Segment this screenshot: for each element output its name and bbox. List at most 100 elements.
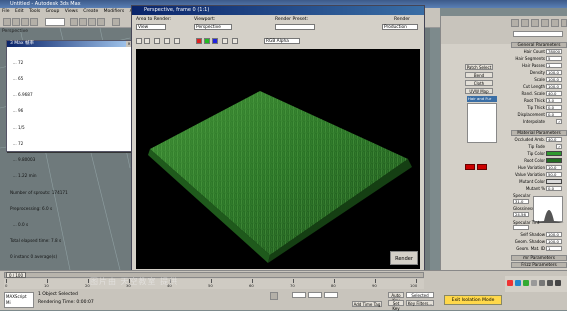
menu-edit[interactable]: Edit xyxy=(15,9,24,14)
param-input[interactable]: 100.0 xyxy=(546,239,562,244)
scale-icon[interactable] xyxy=(97,18,105,26)
object-name-field[interactable] xyxy=(513,31,563,37)
param-input[interactable]: 5 xyxy=(546,56,562,61)
param-input[interactable]: 78000 xyxy=(546,49,562,54)
frizz-parameters-header[interactable]: Frizz Parameters xyxy=(511,262,567,268)
red-swatch-icon[interactable] xyxy=(477,164,487,170)
tip-fade-checkbox[interactable]: ✓ xyxy=(556,144,562,149)
modify-tab-icon[interactable] xyxy=(521,19,529,27)
key-filters-button[interactable]: Key Filters... xyxy=(406,300,434,306)
render-preset-dropdown[interactable] xyxy=(275,24,315,30)
hierarchy-tab-icon[interactable] xyxy=(531,19,539,27)
set-key-button[interactable]: Set Key xyxy=(388,300,404,311)
green-channel-icon[interactable] xyxy=(204,38,210,44)
param-input[interactable]: 100.0 xyxy=(546,77,562,82)
add-time-tag-button[interactable]: Add Time Tag xyxy=(352,301,382,307)
param-input[interactable]: 100.0 xyxy=(546,232,562,237)
viewport-dropdown[interactable]: Perspective xyxy=(194,24,232,30)
utilities-tab-icon[interactable] xyxy=(561,19,567,27)
red-swatch-icon[interactable] xyxy=(465,164,475,170)
blue-channel-icon[interactable] xyxy=(212,38,218,44)
snap-icon[interactable] xyxy=(112,18,120,26)
copy-image-icon[interactable] xyxy=(144,38,150,44)
menu-group[interactable]: Group xyxy=(46,9,60,14)
mutant-color-swatch[interactable] xyxy=(546,179,562,184)
menu-views[interactable]: Views xyxy=(65,9,78,14)
tray-pan-icon[interactable] xyxy=(539,280,545,286)
time-slider-handle[interactable]: 0 / 100 xyxy=(6,272,26,278)
param-input[interactable]: 100.0 xyxy=(546,84,562,89)
tray-zoom-icon[interactable] xyxy=(547,280,553,286)
bend-button[interactable]: Bend xyxy=(465,72,493,78)
selection-filter-dropdown[interactable] xyxy=(45,18,65,26)
maxscript-listener-mini[interactable]: MAXScript Mi xyxy=(4,292,34,308)
output-line: ... 6.9687 xyxy=(10,92,33,98)
tray-network-icon[interactable] xyxy=(515,280,521,286)
z-coordinate-field[interactable] xyxy=(324,292,338,298)
viewport-label[interactable]: Perspective xyxy=(2,29,28,34)
track-bar[interactable]: 0 10 20 30 40 50 60 70 80 90 100 xyxy=(4,279,424,289)
link-icon[interactable] xyxy=(21,18,29,26)
tray-sound-icon[interactable] xyxy=(523,280,529,286)
production-dropdown[interactable]: Production xyxy=(382,24,418,30)
mr-parameters-header[interactable]: mr Parameters xyxy=(511,255,567,261)
menu-file[interactable]: File xyxy=(2,9,10,14)
clear-icon[interactable] xyxy=(174,38,180,44)
redo-icon[interactable] xyxy=(12,18,20,26)
param-input[interactable]: 50.0 xyxy=(546,172,562,177)
save-image-icon[interactable] xyxy=(136,38,142,44)
interpolate-checkbox[interactable]: ✓ xyxy=(556,119,562,124)
param-input[interactable]: 1 xyxy=(546,63,562,68)
param-input[interactable]: 1 xyxy=(546,246,562,251)
tray-settings-icon[interactable] xyxy=(531,280,537,286)
param-input[interactable]: 0.0 xyxy=(546,186,562,191)
unlink-icon[interactable] xyxy=(30,18,38,26)
move-icon[interactable] xyxy=(79,18,87,26)
time-slider-track[interactable] xyxy=(4,272,424,278)
channel-display-dropdown[interactable]: RGB Alpha xyxy=(264,38,300,44)
param-input[interactable]: 40.0 xyxy=(546,91,562,96)
menu-modifiers[interactable]: Modifiers xyxy=(104,9,125,14)
modifier-stack-list[interactable] xyxy=(467,103,497,143)
menu-create[interactable]: Create xyxy=(83,9,98,14)
uvw-map-button[interactable]: UVW Map xyxy=(465,88,493,94)
patch-select-button[interactable]: Patch Select xyxy=(465,64,493,70)
param-input[interactable]: 0.0 xyxy=(546,112,562,117)
tray-orbit-icon[interactable] xyxy=(555,280,561,286)
create-tab-icon[interactable] xyxy=(511,19,519,27)
param-input[interactable]: 10.0 xyxy=(546,165,562,170)
glossiness-input[interactable]: 24.56 xyxy=(513,212,529,217)
monochrome-icon[interactable] xyxy=(232,38,238,44)
param-input[interactable]: 3.0 xyxy=(546,98,562,103)
specular-tint-swatch[interactable] xyxy=(513,225,529,230)
alpha-channel-icon[interactable] xyxy=(222,38,228,44)
modifier-stack-item[interactable]: Hair and Fur (WSM) xyxy=(467,96,497,107)
cloth-button[interactable]: Cloth xyxy=(465,80,493,86)
tray-app-icon[interactable] xyxy=(507,280,513,286)
material-parameters-header[interactable]: Material Parameters xyxy=(511,130,567,136)
motion-tab-icon[interactable] xyxy=(541,19,549,27)
general-parameters-header[interactable]: General Parameters xyxy=(511,42,567,48)
root-color-swatch[interactable] xyxy=(546,158,562,163)
clone-frame-icon[interactable] xyxy=(154,38,160,44)
auto-key-button[interactable]: Auto Key xyxy=(388,292,404,303)
param-input[interactable]: 0.0 xyxy=(546,105,562,110)
tip-color-swatch[interactable] xyxy=(546,151,562,156)
lock-icon[interactable] xyxy=(270,292,278,300)
specular-input[interactable]: 31.0 xyxy=(513,199,529,204)
red-channel-icon[interactable] xyxy=(196,38,202,44)
area-to-render-dropdown[interactable]: View xyxy=(136,24,166,30)
rotate-icon[interactable] xyxy=(88,18,96,26)
menu-tools[interactable]: Tools xyxy=(29,9,40,14)
select-icon[interactable] xyxy=(70,18,78,26)
param-input[interactable]: 100.0 xyxy=(546,70,562,75)
render-button[interactable]: Render xyxy=(390,251,418,265)
x-coordinate-field[interactable] xyxy=(292,292,306,298)
y-coordinate-field[interactable] xyxy=(308,292,322,298)
selected-dropdown[interactable]: Selected xyxy=(406,292,434,298)
undo-icon[interactable] xyxy=(3,18,11,26)
exit-isolation-mode-button[interactable]: Exit Isolation Mode xyxy=(444,295,502,305)
print-icon[interactable] xyxy=(164,38,170,44)
param-input[interactable]: 40.0 xyxy=(546,137,562,142)
display-tab-icon[interactable] xyxy=(551,19,559,27)
